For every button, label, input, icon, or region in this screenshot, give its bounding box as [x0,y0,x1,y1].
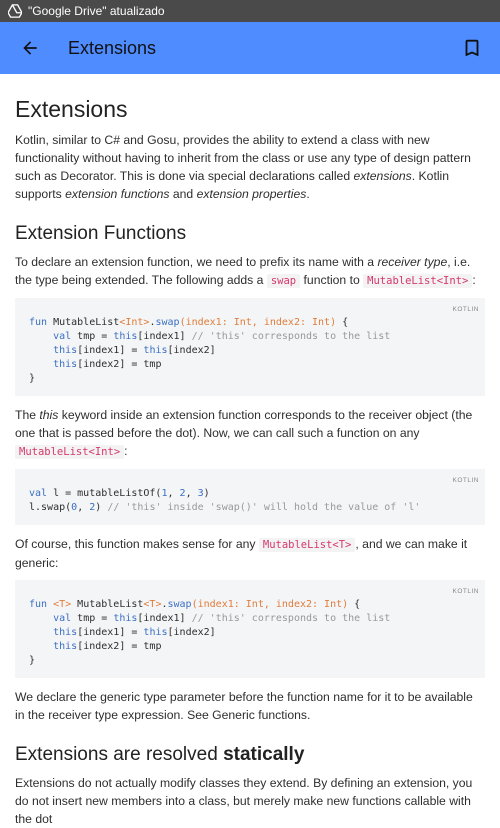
code-block-swap: KOTLIN fun MutableList<Int>.swap(index1:… [15,298,485,396]
bookmark-button[interactable] [460,36,484,60]
inline-code-mutablelist: MutableList<Int> [15,445,125,459]
paragraph-generic-note: We declare the generic type parameter be… [15,690,473,722]
google-drive-icon [8,4,22,18]
back-button[interactable] [18,36,42,60]
paragraph-generic: Of course, this function makes sense for… [15,537,468,570]
app-bar: Extensions [0,22,500,74]
inline-code-swap: swap [266,274,301,288]
paragraph-declare: To declare an extension function, we nee… [15,255,476,288]
arrow-back-icon [23,41,37,55]
notification-text: "Google Drive" atualizado [28,4,165,18]
code-block-generic-swap: KOTLIN fun <T> MutableList<T>.swap(index… [15,580,485,678]
inline-code-mutablelist: MutableList<Int> [363,274,473,288]
article-heading: Extensions [15,96,128,122]
paragraph-static: Extensions do not actually modify classe… [15,776,473,826]
section-heading-static: Extensions are resolved statically [15,744,305,765]
bookmark-icon [465,39,479,57]
page-title: Extensions [68,37,157,58]
code-block-usage: KOTLIN val l = mutableListOf(1, 2, 3) l.… [15,469,485,525]
code-language-label: KOTLIN [452,477,479,484]
intro-paragraph: Kotlin, similar to C# and Gosu, provides… [15,133,471,201]
paragraph-this-keyword: The this keyword inside an extension fun… [15,408,473,459]
inline-code-mutablelist-t: MutableList<T> [258,538,356,552]
article: Extensions Kotlin, similar to C# and Gos… [0,74,500,828]
code-language-label: KOTLIN [452,306,479,313]
code-language-label: KOTLIN [452,588,479,595]
section-heading-extension-functions: Extension Functions [15,223,187,244]
status-bar: "Google Drive" atualizado [0,0,500,22]
